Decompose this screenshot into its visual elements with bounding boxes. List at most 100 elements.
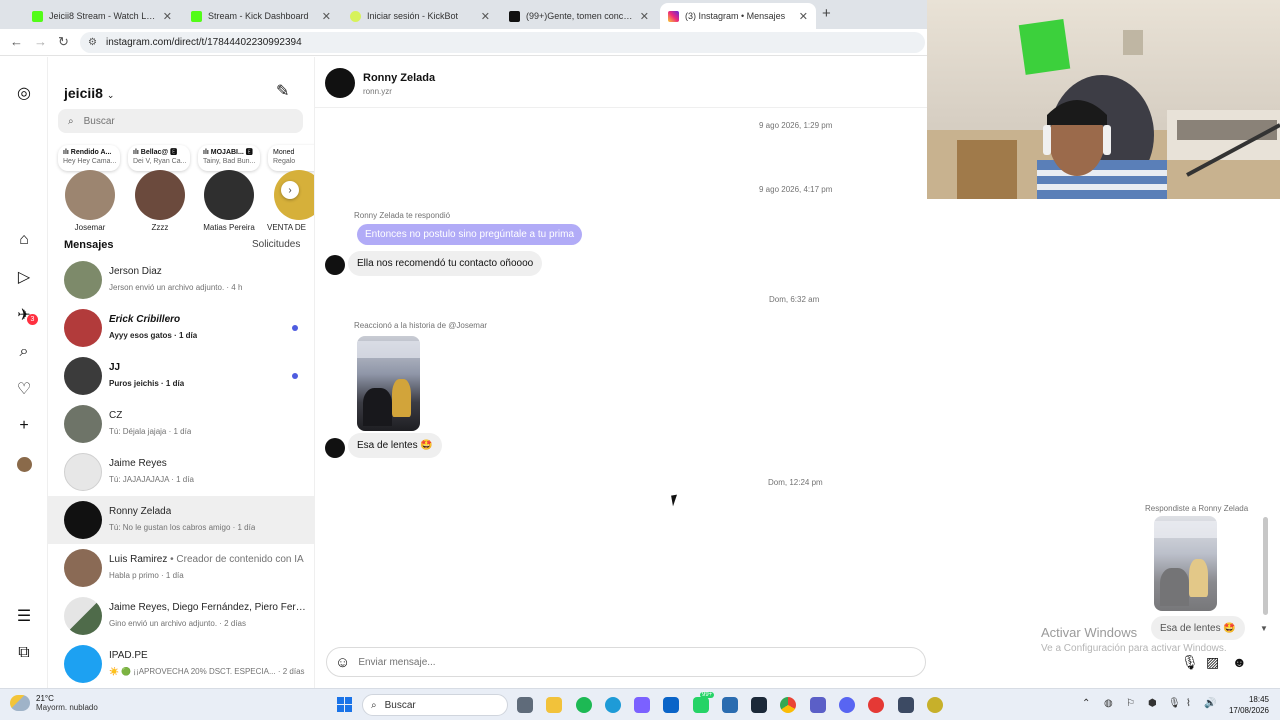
tab-instagram[interactable]: (3) Instagram • Mensajes ✕ [660, 3, 816, 29]
story-item[interactable]: Josemar [55, 170, 125, 232]
meta-apps-icon[interactable]: ⧉ [14, 643, 34, 663]
menu-icon[interactable]: ☰ [14, 606, 34, 626]
conversation-item-selected[interactable]: Ronny Zelada Tú: No le gustan los cabros… [48, 496, 314, 544]
chevron-right-icon[interactable]: › [281, 181, 299, 199]
close-icon[interactable]: ✕ [163, 10, 172, 23]
profile-avatar[interactable] [14, 454, 34, 474]
conversation-item[interactable]: Luis Ramirez • Creador de contenido con … [48, 544, 314, 592]
reels-icon[interactable]: ▷ [14, 267, 34, 287]
steam-icon[interactable] [751, 697, 767, 713]
note-bubble[interactable]: ılı MOJABI... 🅴 Tainy, Bad Bun... [198, 145, 260, 171]
tray-chevron-icon[interactable]: ⌃ [1082, 698, 1090, 709]
copilot-icon[interactable] [634, 697, 650, 713]
note-bubble[interactable]: ılı Rendido A... Hey Hey Cama... [58, 145, 120, 171]
conversation-item[interactable]: Jerson Diaz Jerson envió un archivo adju… [48, 256, 314, 304]
windows-start-icon[interactable] [337, 697, 352, 712]
heart-icon[interactable]: ♡ [14, 379, 34, 399]
message-bubble[interactable]: Esa de lentes 🤩 [348, 433, 442, 458]
conversation-item[interactable]: IPAD.PE ☀️ 🟢 ¡¡APROVECHA 20% DSCT. ESPEC… [48, 640, 314, 688]
replied-story-thumbnail[interactable] [1154, 516, 1217, 611]
conversation-item[interactable]: Jaime Reyes Tú: JAJAJAJAJA · 1 día [48, 448, 314, 496]
conversation-item[interactable]: CZ Tú: Déjala jajaja · 1 día [48, 400, 314, 448]
weather-widget[interactable]: 21°C Mayorm. nublado [10, 694, 98, 712]
spotify-icon[interactable] [576, 697, 592, 713]
discord-icon[interactable] [839, 697, 855, 713]
forward-icon[interactable]: → [34, 34, 47, 49]
task-view-icon[interactable] [517, 697, 533, 713]
conversation-item[interactable]: JJ Puros jeichis · 1 día [48, 352, 314, 400]
weather-icon [10, 695, 30, 711]
close-icon[interactable]: ✕ [481, 10, 490, 23]
tab-kickbot[interactable]: Iniciar sesión - KickBot ✕ [342, 3, 498, 29]
url-field[interactable]: ⚙ instagram.com/direct/t/178444022309923… [80, 32, 925, 53]
scroll-down-icon[interactable]: ▼ [1260, 624, 1268, 633]
search-icon[interactable]: ⌕ [14, 342, 34, 362]
microphone-tray-icon[interactable]: 🎙 [1168, 698, 1181, 709]
instagram-logo-icon[interactable]: ◎ [14, 83, 34, 103]
app-icon[interactable] [927, 697, 943, 713]
avatar [65, 170, 115, 220]
scrollbar[interactable] [1263, 517, 1268, 615]
app-icon[interactable] [898, 697, 914, 713]
chat-panel: Ronny Zelada ronn.yzr 9 ago 2026, 1:29 p… [315, 57, 1280, 688]
close-icon[interactable]: ✕ [640, 10, 649, 23]
note-bubble[interactable]: Moned Regalo [268, 145, 314, 171]
conversation-name: Jaime Reyes [109, 458, 167, 469]
tray-icon[interactable]: ⚐ [1126, 698, 1135, 709]
story-item[interactable]: Matias Pereira [194, 170, 264, 232]
story-name: Zzzz [151, 223, 169, 232]
system-clock[interactable]: 18:45 17/08/2026 [1225, 694, 1269, 716]
url-text: instagram.com/direct/t/17844402230992394 [105, 37, 302, 48]
conversation-list-panel: jeicii8 ⌄ ✎ ⌕ Buscar ılı Rendido A... Hey… [48, 57, 315, 688]
tab-kick-dashboard[interactable]: Stream - Kick Dashboard ✕ [183, 3, 339, 29]
requests-link[interactable]: Solicitudes [252, 239, 300, 250]
recorder-icon[interactable] [868, 697, 884, 713]
tray-icon[interactable]: ⬢ [1148, 698, 1157, 709]
close-icon[interactable]: ✕ [799, 10, 808, 23]
tab-tiktok[interactable]: (99+)Gente, tomen conciencia: ✕ [501, 3, 657, 29]
sent-message-bubble[interactable]: Esa de lentes 🤩 [1151, 616, 1245, 640]
chrome-icon[interactable] [780, 697, 796, 713]
conversation-preview: Habla p primo · 1 día [109, 571, 184, 580]
teams-icon[interactable] [810, 697, 826, 713]
microphone-icon[interactable]: 🎙 [1181, 654, 1199, 671]
story-item[interactable]: VENTA DE [264, 170, 314, 232]
image-icon[interactable]: ▨ [1206, 654, 1219, 671]
file-explorer-icon[interactable] [546, 697, 562, 713]
new-tab-button[interactable]: + [822, 5, 831, 22]
conversation-preview: Puros jeichis · 1 día [109, 379, 185, 388]
emoji-icon[interactable]: ☺ [335, 654, 350, 671]
close-icon[interactable]: ✕ [322, 10, 331, 23]
avatar [204, 170, 254, 220]
sticker-icon[interactable]: ☻ [1232, 654, 1247, 670]
account-switcher[interactable]: jeicii8 ⌄ [64, 85, 114, 101]
contact-avatar[interactable] [325, 68, 355, 98]
message-bubble[interactable]: Ella nos recomendó tu contacto oñoooo [348, 251, 543, 276]
tab-kick-stream[interactable]: Jeicii8 Stream - Watch Live on K ✕ [24, 3, 180, 29]
conversation-item[interactable]: Jaime Reyes, Diego Fernández, Piero Fern… [48, 592, 314, 640]
note-bubble[interactable]: ılı Bellac@ 🅴 Dei V, Ryan Ca... [128, 145, 190, 171]
taskbar-search[interactable]: ⌕ Buscar [362, 694, 508, 716]
search-input[interactable]: ⌕ Buscar [58, 109, 303, 133]
outlook-icon[interactable] [663, 697, 679, 713]
store-icon[interactable] [722, 697, 738, 713]
message-input[interactable]: ☺ Enviar mensaje... [326, 647, 926, 677]
chat-header[interactable]: Ronny Zelada ronn.yzr [315, 57, 927, 108]
volume-icon[interactable]: 🔊 [1204, 698, 1216, 709]
back-icon[interactable]: ← [10, 34, 23, 49]
contact-name[interactable]: Ronny Zelada [363, 72, 435, 84]
reload-icon[interactable]: ↻ [58, 34, 69, 50]
tray-icon[interactable]: ◍ [1104, 698, 1113, 709]
home-icon[interactable]: ⌂ [14, 230, 34, 250]
story-thumbnail[interactable] [357, 336, 420, 431]
edge-icon[interactable] [605, 697, 621, 713]
network-icon[interactable]: ⌇ [1186, 698, 1191, 709]
conversation-item[interactable]: Erick Cribillero Ayyy esos gatos · 1 día [48, 304, 314, 352]
whatsapp-icon[interactable] [693, 697, 709, 713]
compose-icon[interactable]: ✎ [276, 81, 289, 101]
story-item[interactable]: Zzzz [125, 170, 195, 232]
replied-message-bubble[interactable]: Entonces no postulo sino pregúntale a tu… [357, 224, 583, 245]
conversation-subtitle: • Creador de contenido con IA [167, 554, 304, 565]
site-settings-icon[interactable]: ⚙ [88, 37, 97, 48]
create-icon[interactable]: + [14, 416, 34, 436]
